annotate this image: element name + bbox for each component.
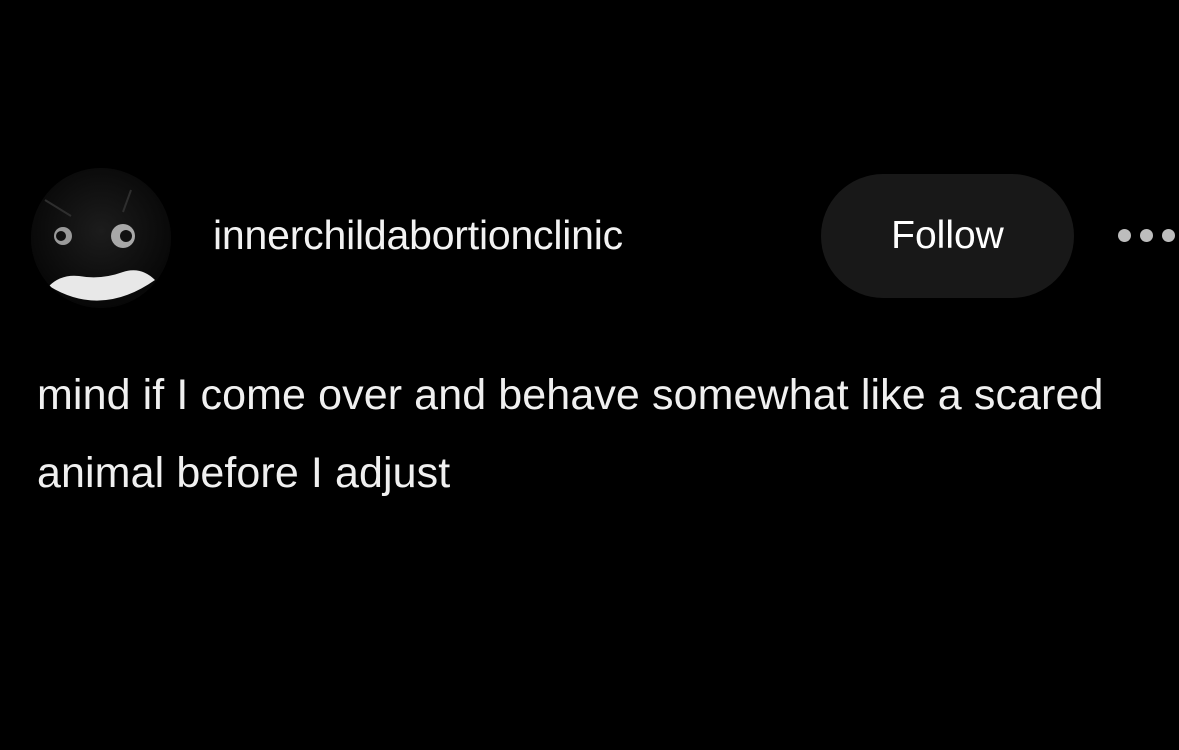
ellipsis-dot xyxy=(1162,229,1175,242)
ellipsis-dot xyxy=(1118,229,1131,242)
ellipsis-icon[interactable] xyxy=(1118,224,1179,248)
avatar[interactable] xyxy=(31,168,171,308)
post-screen: innerchildabortionclinic Follow mind if … xyxy=(0,0,1179,750)
post-header: innerchildabortionclinic Follow xyxy=(30,168,1179,308)
username[interactable]: innerchildabortionclinic xyxy=(213,212,623,259)
follow-button[interactable]: Follow xyxy=(821,174,1074,298)
ellipsis-dot xyxy=(1140,229,1153,242)
cat-face-avatar-icon xyxy=(31,168,171,308)
post-text: mind if I come over and behave somewhat … xyxy=(37,371,1104,497)
